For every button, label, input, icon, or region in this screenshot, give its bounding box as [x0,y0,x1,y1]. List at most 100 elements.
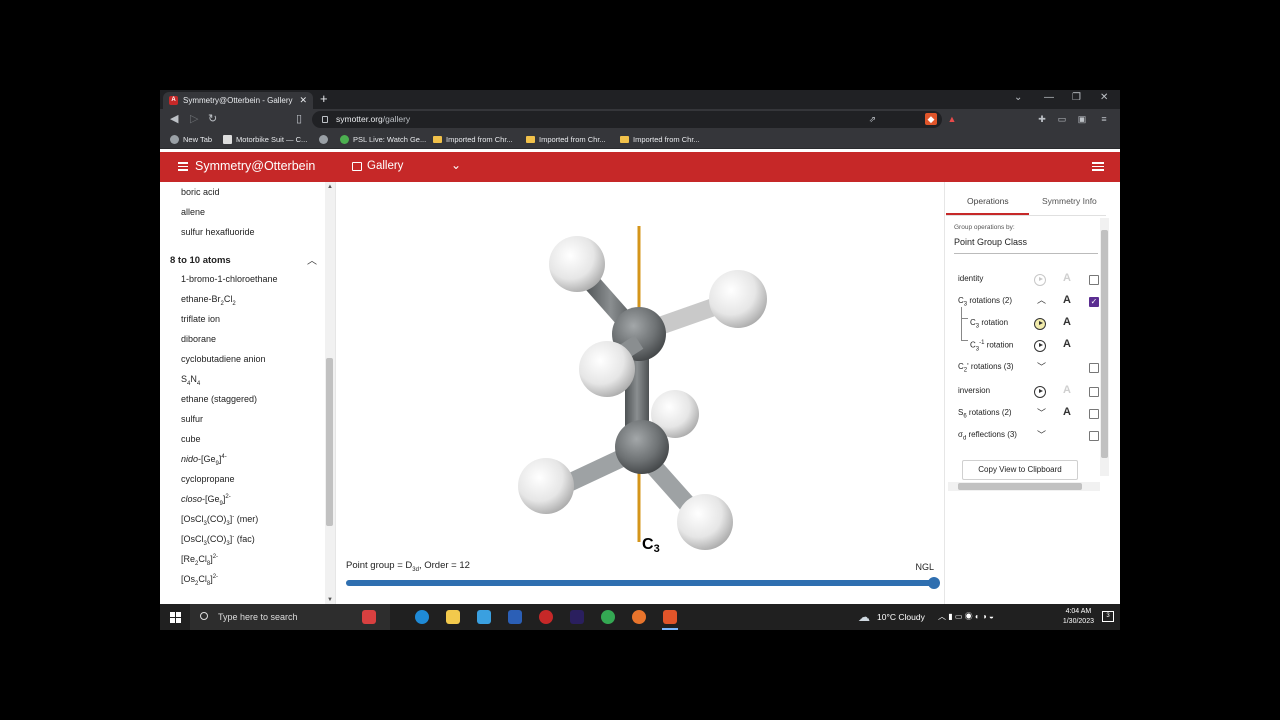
op-c2-checkbox[interactable] [1089,363,1099,373]
app-title[interactable]: Symmetry@Otterbein [195,159,315,173]
clock[interactable]: 4:04 AM 1/30/2023 [1063,607,1094,627]
tab-operations[interactable]: Operations [967,196,1009,206]
op-sigma-d-checkbox[interactable] [1089,431,1099,441]
notifications-icon[interactable]: 3 [1102,611,1114,622]
share-icon[interactable]: ⇗ [869,111,876,128]
reload-icon[interactable]: ↻ [208,112,217,125]
bookmark-folder[interactable]: Imported from Chr... [433,130,513,149]
list-item[interactable]: cube [181,434,201,444]
panel-horizontal-scrollbar[interactable] [948,482,1100,491]
panel-vertical-scrollbar[interactable] [1100,218,1109,476]
back-icon[interactable]: ◀ [170,112,178,125]
list-item[interactable]: closo-[Ge9]2- [181,494,231,507]
edge-icon[interactable] [415,610,429,624]
brave-shield-icon[interactable]: ◆ [925,113,937,125]
slider-thumb[interactable] [928,577,940,589]
word-icon[interactable] [508,610,522,624]
list-item[interactable]: allene [181,207,205,217]
browser-menu-icon[interactable]: ≡ [1098,113,1110,125]
scroll-thumb[interactable] [958,483,1082,490]
bookmark-item[interactable]: PSL Live: Watch Ge... [340,130,426,149]
browser-tab[interactable]: A Symmetry@Otterbein - Gallery ✕ [163,92,313,109]
file-explorer-icon[interactable] [446,610,460,624]
gallery-nav[interactable]: Gallery [367,160,403,172]
bookmark-folder[interactable]: Imported from Chr... [526,130,606,149]
options-menu-icon[interactable] [1092,162,1104,171]
op-inversion-checkbox[interactable] [1089,387,1099,397]
tab-symmetry-info[interactable]: Symmetry Info [1042,196,1097,206]
scroll-down-icon[interactable]: ▼ [327,597,333,603]
menu-icon[interactable] [178,162,188,171]
list-item[interactable]: S4N4 [181,374,200,387]
list-item[interactable]: sulfur hexafluoride [181,227,255,237]
list-item[interactable]: 1-bromo-1-chloroethane [181,274,278,284]
label-toggle-icon[interactable]: A [1063,316,1071,328]
list-item[interactable]: [Os2Cl8]2- [181,574,218,587]
chevron-up-icon[interactable]: ︿ [1037,293,1046,306]
minimize-icon[interactable]: — [1044,92,1054,103]
list-item[interactable]: [OsCl3(CO)3]- (fac) [181,534,255,547]
tab-close-icon[interactable]: ✕ [299,92,307,109]
chevron-down-icon[interactable]: ﹀ [1037,406,1046,419]
label-toggle-icon[interactable]: A [1063,338,1071,350]
scroll-thumb[interactable] [1101,230,1108,458]
chevron-up-icon[interactable]: ︿ [307,252,317,267]
molecule-viewer[interactable]: C3 Point group = D3d, Order = 12 NGL [335,182,945,604]
sidebar-toggle-icon[interactable]: ▭ [1056,113,1068,125]
list-item[interactable]: boric acid [181,187,220,197]
new-tab-icon[interactable]: + [320,91,328,106]
sidebar-scrollbar[interactable]: ▲ ▼ [325,182,335,604]
op-identity-checkbox[interactable] [1089,275,1099,285]
op-s6-checkbox[interactable] [1089,409,1099,419]
group-header[interactable]: 8 to 10 atoms [170,255,231,266]
ethane-model[interactable]: C3 [336,182,944,552]
taskbar-search[interactable]: Type here to search [190,604,390,630]
forward-icon[interactable]: ▷ [190,112,198,125]
brave-icon[interactable] [663,610,677,624]
chrome-icon[interactable] [601,610,615,624]
extensions-icon[interactable]: ✚ [1036,113,1048,125]
list-item[interactable]: cyclobutadiene anion [181,354,266,364]
list-item[interactable]: nido-[Ge9]4- [181,454,227,467]
bookmark-item[interactable]: Motorbike Suit — C... [223,130,307,149]
bookmark-icon[interactable]: ▯ [296,112,302,125]
play-icon[interactable] [1034,386,1046,398]
list-item[interactable]: cyclopropane [181,474,235,484]
restore-icon[interactable]: ❐ [1072,92,1081,103]
list-item[interactable]: diborane [181,334,216,344]
chevron-down-icon[interactable]: ﹀ [1037,428,1046,441]
chevron-down-icon[interactable]: ⌄ [451,158,461,172]
weather-text[interactable]: 10°C Cloudy [877,604,925,630]
play-icon[interactable] [1034,318,1046,330]
group-by-select[interactable]: Point Group Class [954,237,1098,254]
animation-slider[interactable] [346,577,940,589]
brave-rewards-icon[interactable]: ▲ [946,113,958,125]
gift-icon[interactable] [362,610,376,624]
windows-start-icon[interactable] [170,612,181,623]
copy-view-button[interactable]: Copy View to Clipboard [962,460,1078,480]
label-toggle-icon[interactable]: A [1063,406,1071,418]
tray-icons[interactable]: ︿ ▮ ▭ ◉ ◐ ◑ ◒ [938,604,994,630]
close-window-icon[interactable]: ✕ [1100,92,1108,103]
op-c3-checkbox[interactable]: ✓ [1089,297,1099,307]
list-item[interactable]: [Re2Cl8]2- [181,554,218,567]
label-toggle-icon[interactable]: A [1063,294,1071,306]
list-item[interactable]: triflate ion [181,314,220,324]
list-item[interactable]: sulfur [181,414,203,424]
address-bar[interactable]: symotter.org/gallery ⇗ [312,111,942,128]
scroll-thumb[interactable] [326,358,333,526]
recorder-icon[interactable] [539,610,553,624]
list-item[interactable]: ethane (staggered) [181,394,257,404]
app-icon[interactable] [477,610,491,624]
list-item[interactable]: [OsCl3(CO)3]- (mer) [181,514,258,527]
play-icon[interactable] [1034,340,1046,352]
bookmark-item[interactable] [319,130,331,149]
chevron-down-icon[interactable]: ﹀ [1037,360,1046,373]
scroll-up-icon[interactable]: ▲ [327,184,333,190]
bookmark-item[interactable]: New Tab [170,130,212,149]
wallet-icon[interactable]: ▣ [1076,113,1088,125]
bookmark-folder[interactable]: Imported from Chr... [620,130,700,149]
firefox-icon[interactable] [632,610,646,624]
tab-search-icon[interactable]: ⌄ [1014,92,1022,103]
list-item[interactable]: ethane-Br2Cl2 [181,294,236,307]
